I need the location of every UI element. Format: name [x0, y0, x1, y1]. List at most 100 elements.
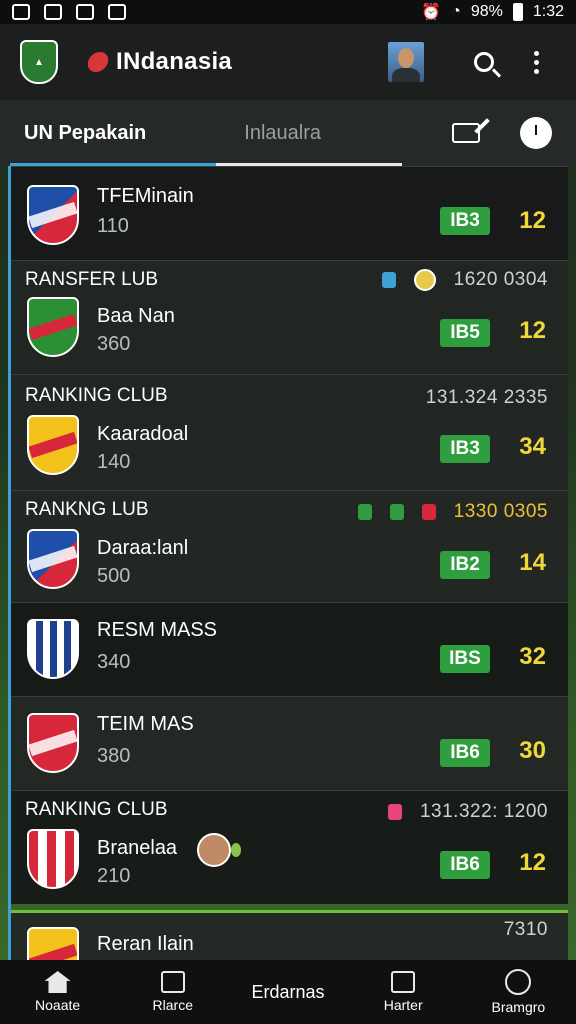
status-left-icons: [12, 4, 126, 20]
score: 12: [519, 849, 546, 876]
score: 12: [519, 207, 546, 234]
nav-label: Bramgro: [491, 999, 546, 1015]
brand: INdanasia: [85, 48, 233, 76]
gallery-icon: [12, 4, 30, 20]
team-value: 210: [97, 865, 131, 887]
team-name: Reran Ilain: [97, 933, 194, 955]
overflow-menu-button[interactable]: [516, 42, 556, 82]
team-name: TEIM MAS: [97, 713, 194, 735]
flag-icon: [160, 971, 185, 993]
nav-home[interactable]: Noaate: [10, 971, 106, 1013]
score: 30: [519, 737, 546, 764]
nav-pitch[interactable]: Rlarce: [125, 971, 221, 1013]
team-crest-icon: [27, 713, 79, 773]
score: 34: [519, 433, 546, 460]
rating-badge: IB6: [440, 851, 490, 879]
timer-icon[interactable]: [520, 117, 552, 149]
ranking-list: TFEMinain 110 IB3 12 RANSFER LUB 1620 03…: [8, 166, 568, 960]
list-item[interactable]: RESM MASS 340 IBS 32: [11, 602, 568, 696]
nav-transfer[interactable]: Harter: [355, 971, 451, 1013]
club-crest-icon: [413, 269, 436, 291]
app-notification-icon: [44, 4, 62, 20]
list-item[interactable]: RANKING CLUB 131.322: 1200 Branelaa 210 …: [11, 790, 568, 904]
nav-label: Rlarce: [152, 997, 194, 1013]
rating-badge: IB3: [440, 435, 490, 463]
team-name: Baa Nan: [97, 305, 175, 327]
score: 12: [519, 317, 546, 344]
card-meta: 131.324 2335: [426, 387, 548, 409]
card-label: RANSFER LUB: [25, 269, 159, 290]
team-value: 140: [97, 451, 131, 473]
message-icon: [76, 4, 94, 20]
nav-label: Harter: [383, 997, 423, 1013]
image-icon: [108, 4, 126, 20]
team-value: 110: [97, 215, 129, 237]
list-item[interactable]: TEIM MAS 380 IB6 30: [11, 696, 568, 790]
alarm-icon: ⏰: [421, 4, 442, 21]
score: 32: [519, 643, 546, 670]
brand-mark-icon: [85, 52, 111, 72]
team-name: Branelaa: [97, 837, 178, 859]
rating-badge: IBS: [440, 645, 490, 673]
list-item[interactable]: RANKING CLUB 131.324 2335 Kaaradoal 140 …: [11, 374, 568, 490]
team-value: 340: [97, 651, 131, 673]
meta-value: 1620 0304: [453, 269, 548, 290]
tab-secondary[interactable]: Inlaualra: [244, 122, 321, 145]
list-item[interactable]: TFEMinain 110 IB3 12: [11, 166, 568, 260]
card-meta: 7310: [504, 919, 548, 941]
status-right: ⏰ ◔ 98% 1:32: [421, 2, 564, 22]
rating-badge: IB3: [440, 207, 490, 235]
card-label: RANKNG LUB: [25, 499, 149, 520]
meta-value: 131.322: 1200: [419, 801, 548, 822]
nav-center[interactable]: Erdarnas: [240, 982, 336, 1003]
tab-primary[interactable]: UN Pepakain: [24, 122, 146, 145]
avatar[interactable]: [388, 42, 424, 82]
app-title: INdanasia: [116, 48, 233, 75]
team-name: RESM MASS: [97, 619, 218, 641]
app-bar: ▲ INdanasia: [0, 24, 576, 100]
team-value: 500: [97, 565, 131, 587]
player-avatar[interactable]: [197, 833, 241, 867]
list-item[interactable]: RANSFER LUB 1620 0304 Baa Nan 360 IB5 12: [11, 260, 568, 374]
edit-icon[interactable]: [452, 123, 480, 143]
info-icon: [381, 272, 396, 288]
tab-bar: UN Pepakain Inlaualra: [0, 100, 576, 166]
search-icon: [474, 52, 494, 72]
search-button[interactable]: [464, 42, 504, 82]
meta-value: 7310: [503, 919, 548, 940]
team-crest-icon: [27, 297, 79, 357]
team-value: 380: [97, 745, 131, 767]
team-crest-icon: [27, 829, 79, 889]
battery-percent: 98%: [470, 3, 503, 20]
transfer-in-icon: [357, 504, 372, 520]
football-icon: [505, 969, 532, 995]
list-item[interactable]: RANKNG LUB 1330 0305 Daraa:lanl 500 IB2 …: [11, 490, 568, 602]
team-crest-icon: [27, 185, 79, 245]
rating-badge: IB5: [440, 319, 490, 347]
more-vert-icon: [533, 50, 539, 74]
team-name: TFEMinain: [97, 185, 194, 207]
team-crest-icon: [27, 619, 79, 679]
nav-match[interactable]: Bramgro: [470, 969, 566, 1015]
team-name: Kaaradoal: [97, 423, 189, 445]
club-logo-icon[interactable]: ▲: [20, 40, 58, 84]
rating-badge: IB6: [440, 739, 490, 767]
meta-value: 1330 0305: [453, 501, 548, 522]
card-meta: 1330 0305: [357, 501, 548, 523]
team-crest-icon: [27, 415, 79, 475]
clipboard-icon: [391, 971, 416, 993]
card-label: RANKING CLUB: [25, 385, 168, 406]
home-icon: [44, 971, 71, 993]
list-item[interactable]: 7310 Reran Ilain: [11, 910, 568, 960]
bottom-navigation: Noaate Rlarce Erdarnas Harter Bramgro: [0, 960, 576, 1024]
team-crest-icon: [27, 927, 79, 960]
team-crest-icon: [27, 529, 79, 589]
team-name: Daraa:lanl: [97, 537, 189, 559]
card-meta: 131.322: 1200: [387, 801, 548, 823]
rating-badge: IB2: [440, 551, 490, 579]
team-value: 360: [97, 333, 131, 355]
clock: 1:32: [532, 3, 564, 20]
nav-label: Erdarnas: [251, 981, 325, 1002]
battery-icon: [512, 3, 523, 21]
alert-icon: [387, 804, 402, 820]
